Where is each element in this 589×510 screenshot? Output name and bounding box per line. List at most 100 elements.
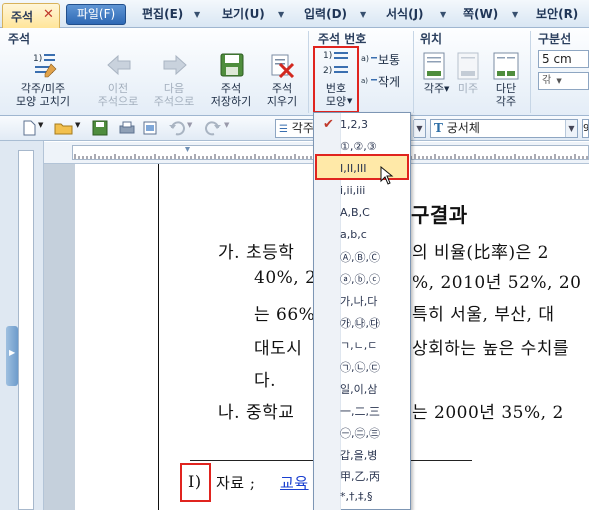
menu-item-number-format[interactable]: 일,이,삼 <box>340 381 377 397</box>
footnote-link[interactable]: 교육 <box>280 472 309 493</box>
chevron-down-icon[interactable]: ▼ <box>440 5 446 24</box>
prev-note-button[interactable]: 이전 주석으로 <box>92 50 144 112</box>
endnote-label: 미주 <box>457 82 479 95</box>
menu-item-number-format[interactable]: 갑,을,병 <box>340 447 377 463</box>
style-select-dropdown[interactable]: ▼ <box>413 119 426 138</box>
panel-toggle-handle[interactable]: ▶ <box>6 326 18 386</box>
tab-note[interactable]: 주석 ✕ <box>2 3 60 28</box>
vertical-ruler[interactable] <box>18 150 34 510</box>
menu-item-number-format[interactable]: 가,나,다 <box>340 293 377 309</box>
group-title-number: 주석 번호 <box>318 32 367 46</box>
highlight-box <box>313 46 359 113</box>
style-select-value: 각주 <box>291 121 314 135</box>
menu-item-number-format[interactable]: ㉠,㉡,㉢ <box>340 359 380 375</box>
multi-column-icon <box>493 52 519 80</box>
doc-line: 40%, 2 <box>254 268 317 288</box>
separator-style-select[interactable]: 갂 ▼ <box>538 72 589 90</box>
new-document-icon[interactable] <box>20 120 38 136</box>
redo-icon[interactable] <box>204 120 222 136</box>
next-note-button[interactable]: 다음 주석으로 <box>148 50 200 112</box>
size-normal-button[interactable]: a) 보통 <box>361 50 409 67</box>
menu-item-number-format[interactable]: ①,②,③ <box>340 140 377 153</box>
menu-item-number-format[interactable]: ㄱ,ㄴ,ㄷ <box>340 337 377 353</box>
group-title-note: 주석 <box>8 32 31 46</box>
chevron-down-icon[interactable]: ▼ <box>38 121 43 129</box>
menu-security[interactable]: 보안(R) <box>536 5 578 24</box>
doc-line: 다. <box>254 371 277 391</box>
doc-line: 나. 중학교 <box>218 403 295 423</box>
menu-item-number-format[interactable]: a,b,c <box>340 228 367 241</box>
menu-insert[interactable]: 입력(D) <box>304 5 347 24</box>
tab-note-label: 주석 <box>11 10 34 24</box>
svg-text:a): a) <box>361 54 369 63</box>
chevron-down-icon[interactable]: ▼ <box>224 121 229 129</box>
group-divider <box>308 31 309 113</box>
chevron-down-icon[interactable]: ▼ <box>187 121 192 129</box>
doc-line: 는 2000년 35%, 2 <box>412 403 564 423</box>
chevron-down-icon: ▼ <box>444 85 450 93</box>
menu-item-number-format[interactable]: 甲,乙,丙 <box>340 468 380 484</box>
multi-column-label: 다단 각주 <box>495 82 517 108</box>
chevron-down-icon: ▼ <box>565 120 577 137</box>
group-divider <box>530 31 531 113</box>
font-select[interactable]: T 궁서체 ▼ <box>430 119 578 138</box>
menu-item-number-format[interactable]: 一,二,三 <box>340 403 380 419</box>
menu-item-number-format[interactable]: ㉮,㉯,㉰ <box>340 315 380 331</box>
menu-item-number-format[interactable]: Ⓐ,Ⓑ,Ⓒ <box>340 249 380 265</box>
menu-format[interactable]: 서식(J) <box>386 5 424 24</box>
prev-note-label: 이전 주석으로 <box>97 82 139 108</box>
next-note-label: 다음 주석으로 <box>153 82 195 108</box>
chevron-down-icon[interactable]: ▼ <box>360 5 366 24</box>
undo-icon[interactable] <box>168 120 186 136</box>
menu-item-number-format[interactable]: A,B,C <box>340 206 370 219</box>
save-icon[interactable] <box>92 120 108 136</box>
menu-item-number-format[interactable]: I,II,III <box>340 162 366 175</box>
doc-line: 대도시 <box>254 339 303 359</box>
print-icon[interactable] <box>118 120 136 136</box>
margin-guide <box>158 164 159 510</box>
chevron-down-icon[interactable]: ▼ <box>75 121 80 129</box>
delete-note-label: 주석 지우기 <box>266 82 298 108</box>
footnote-button[interactable]: 각주 ▼ <box>414 50 454 112</box>
open-folder-icon[interactable] <box>54 120 74 136</box>
doc-line: %, 2010년 52%, 20 <box>412 273 582 293</box>
menu-item-number-format[interactable]: *,†,‡,§ <box>340 490 373 503</box>
size-small-button[interactable]: a) 작게 <box>361 72 409 89</box>
menu-edit[interactable]: 편집(E) <box>142 5 183 24</box>
line-style-icon: 갂 <box>542 75 552 86</box>
save-note-label: 주석 저장하기 <box>210 82 252 108</box>
endnote-button[interactable]: 미주 <box>452 50 484 112</box>
superscript-icon: a) <box>361 54 377 63</box>
delete-note-button[interactable]: 주석 지우기 <box>260 50 304 112</box>
menu-view[interactable]: 보기(U) <box>222 5 265 24</box>
doc-line: 는 66% <box>254 305 316 325</box>
menu-item-number-format[interactable]: 1,2,3 <box>340 118 368 131</box>
doc-heading: 구결과 <box>411 203 468 227</box>
print-preview-icon[interactable] <box>142 120 160 136</box>
chevron-down-icon: ▼ <box>413 120 425 137</box>
svg-text:1): 1) <box>33 54 42 64</box>
chevron-down-icon[interactable]: ▼ <box>512 5 518 24</box>
menu-item-number-format[interactable]: ⓐ,ⓑ,ⓒ <box>340 271 380 287</box>
group-title-position: 위치 <box>420 32 443 46</box>
fix-shape-button[interactable]: 1) 각주/미주 모양 고치기 <box>6 50 80 112</box>
footnote-text: 자료 ; <box>216 474 256 492</box>
footnote-shape-icon: 1) <box>33 54 57 78</box>
check-icon: ✔ <box>323 117 334 132</box>
separator-width-input[interactable]: 5 cm <box>538 50 589 68</box>
chevron-down-icon: ▼ <box>556 77 562 85</box>
arrow-left-icon <box>107 54 131 76</box>
menu-item-number-format[interactable]: ㊀,㊁,㊂ <box>340 425 380 441</box>
size-small-label: 작게 <box>378 75 401 89</box>
indent-marker-icon[interactable] <box>185 147 190 152</box>
menu-page[interactable]: 쪽(W) <box>463 5 498 24</box>
chevron-down-icon[interactable]: ▼ <box>194 5 200 24</box>
menu-file[interactable]: 파일(F) <box>66 4 126 25</box>
chevron-down-icon[interactable]: ▼ <box>278 5 284 24</box>
multi-column-button[interactable]: 다단 각주 <box>484 50 528 112</box>
font-size-select[interactable]: 9.0 <box>582 119 589 138</box>
menu-item-number-format[interactable]: i,ii,iii <box>340 184 365 197</box>
save-icon <box>220 53 244 77</box>
close-icon[interactable]: ✕ <box>43 7 54 22</box>
save-note-button[interactable]: 주석 저장하기 <box>204 50 258 112</box>
